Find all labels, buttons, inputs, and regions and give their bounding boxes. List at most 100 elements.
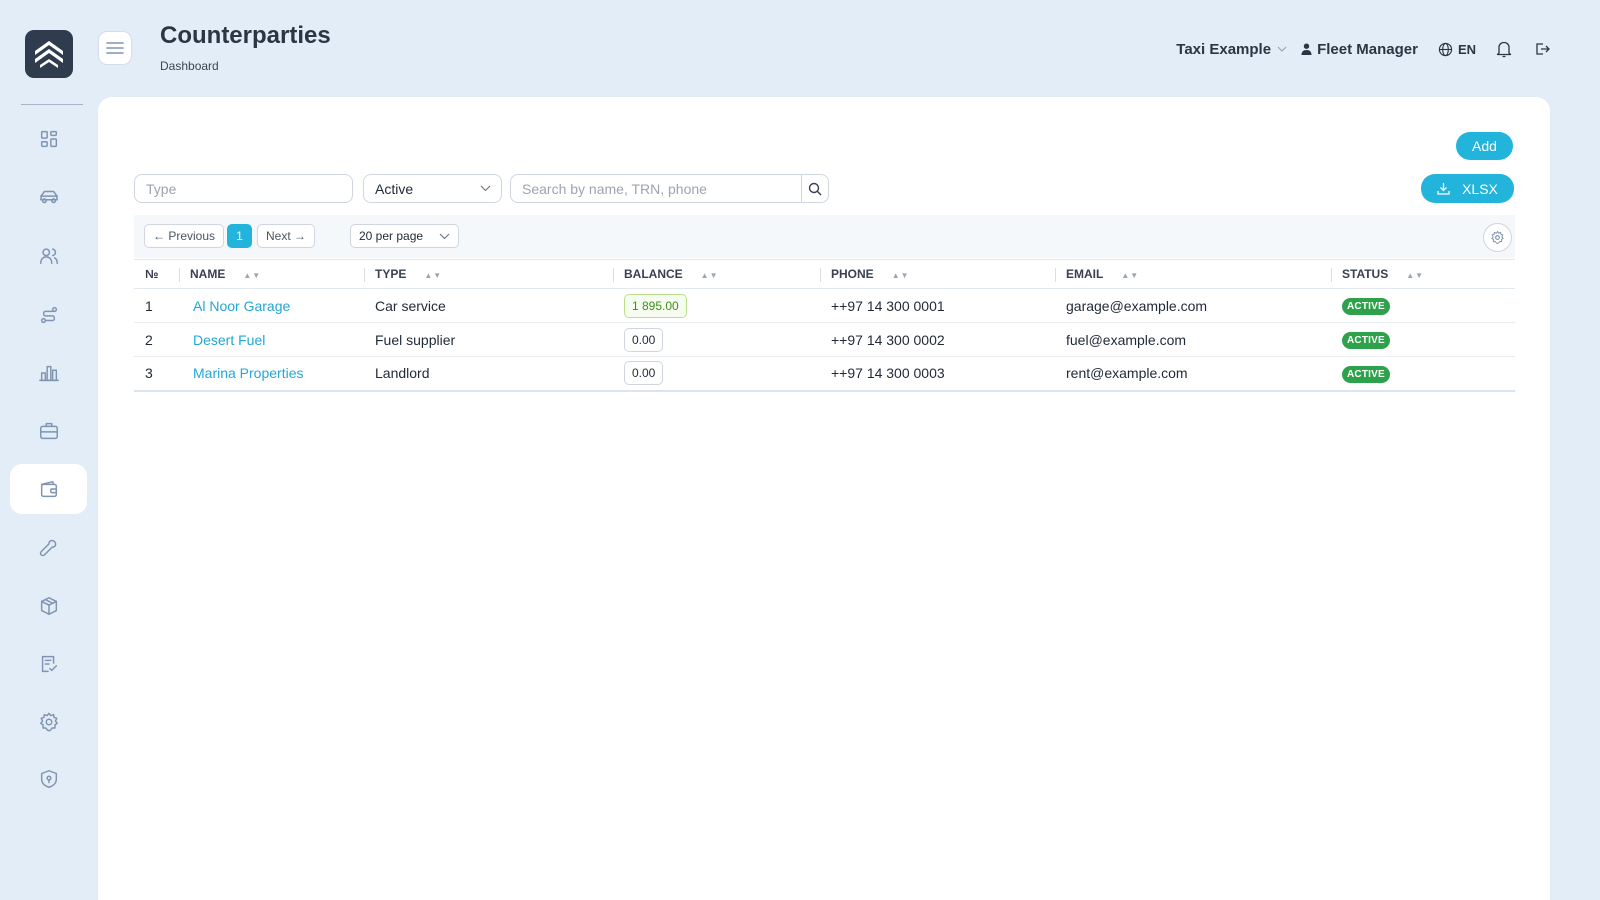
balance-badge: 0.00	[624, 361, 664, 386]
column-separator	[364, 268, 365, 282]
logout-icon	[1536, 43, 1550, 55]
per-page-select[interactable]: 20 per page	[350, 224, 459, 248]
export-label: XLSX	[1462, 180, 1498, 197]
table-row[interactable]: 3 Marina Properties Landlord 0.00 ++97 1…	[134, 356, 1515, 392]
search-button[interactable]	[801, 174, 829, 203]
menu-toggle-button[interactable]	[98, 31, 132, 65]
breadcrumb[interactable]: Dashboard	[160, 59, 219, 73]
globe-icon	[1438, 42, 1453, 56]
sidebar-item-inventory[interactable]	[10, 581, 87, 631]
company-selector[interactable]: Taxi Example	[1176, 41, 1287, 58]
column-header-type[interactable]: TYPE ▲▼	[364, 259, 613, 289]
table-header-row: № NAME ▲▼ TYPE ▲▼ BALANCE ▲▼ PHONE ▲▼ EMAIL ▲…	[134, 259, 1515, 289]
export-xlsx-button[interactable]: XLSX	[1421, 174, 1514, 203]
counterparty-type: Landlord	[364, 356, 613, 392]
checklist-icon	[41, 655, 57, 673]
notifications-button[interactable]	[1496, 40, 1512, 58]
sort-icon[interactable]: ▲▼	[424, 271, 442, 280]
gear-icon	[39, 712, 58, 732]
company-name: Taxi Example	[1176, 40, 1272, 58]
sort-icon[interactable]: ▲▼	[1406, 271, 1424, 280]
sort-icon[interactable]: ▲▼	[701, 271, 719, 280]
sidebar-item-users[interactable]	[10, 231, 87, 281]
next-page-button[interactable]: Next →	[257, 224, 315, 248]
user-name: Fleet Manager	[1317, 40, 1418, 58]
sidebar-item-maintenance[interactable]	[10, 523, 87, 573]
row-number: 3	[134, 356, 179, 392]
users-icon	[39, 248, 58, 265]
search-input[interactable]: Search by name, TRN, phone	[510, 174, 802, 203]
briefcase-icon	[39, 422, 58, 440]
type-filter-placeholder: Type	[146, 180, 177, 197]
row-number: 2	[134, 322, 179, 357]
header-actions: Taxi Example Fleet Manager EN	[1176, 38, 1550, 60]
previous-page-button[interactable]: ← Previous	[144, 224, 224, 248]
sidebar-item-jobs[interactable]	[10, 406, 87, 456]
column-header-name[interactable]: NAME ▲▼	[179, 259, 364, 289]
type-filter-input[interactable]: Type	[134, 174, 353, 203]
hamburger-icon	[106, 42, 124, 54]
download-icon	[1437, 183, 1450, 195]
logout-button[interactable]	[1534, 41, 1550, 57]
column-header-status[interactable]: STATUS ▲▼	[1331, 259, 1515, 289]
row-number: 1	[134, 288, 179, 323]
table-settings-button[interactable]	[1483, 223, 1512, 252]
add-button[interactable]: Add	[1456, 132, 1513, 160]
sort-icon[interactable]: ▲▼	[1121, 271, 1139, 280]
sidebar-item-security[interactable]	[10, 754, 87, 804]
search-placeholder: Search by name, TRN, phone	[522, 180, 707, 197]
sidebar-item-settings[interactable]	[10, 697, 87, 747]
logo-icon	[35, 41, 63, 68]
column-header-email[interactable]: EMAIL ▲▼	[1055, 259, 1331, 289]
column-header-number: №	[134, 259, 179, 289]
sort-icon[interactable]: ▲▼	[892, 271, 910, 280]
column-header-balance[interactable]: BALANCE ▲▼	[613, 259, 820, 289]
pagination-bar: ← Previous 1 Next → 20 per page	[134, 215, 1515, 258]
language-selector[interactable]: EN	[1438, 42, 1476, 57]
user-menu[interactable]: Fleet Manager	[1301, 41, 1418, 58]
column-separator	[820, 268, 821, 282]
sidebar-item-tasks[interactable]	[10, 639, 87, 689]
balance-badge: 1 895.00	[624, 293, 687, 318]
counterparties-table: № NAME ▲▼ TYPE ▲▼ BALANCE ▲▼ PHONE ▲▼ EMAIL ▲…	[134, 259, 1515, 392]
per-page-value: 20 per page	[359, 229, 424, 243]
search-icon	[808, 182, 822, 195]
status-badge: ACTIVE	[1342, 365, 1390, 383]
column-label: TYPE	[375, 267, 407, 281]
status-filter-select[interactable]: Active	[363, 174, 502, 203]
table-row[interactable]: 1 Al Noor Garage Car service 1 895.00 ++…	[134, 288, 1515, 323]
column-label: BALANCE	[624, 267, 683, 281]
dashboard-icon	[40, 130, 57, 148]
counterparty-name-link[interactable]: Desert Fuel	[193, 332, 265, 348]
sidebar-item-routes[interactable]	[10, 290, 87, 340]
column-label: STATUS	[1342, 267, 1389, 281]
main-card: Add XLSX Type Active Search by name, TRN…	[98, 97, 1550, 900]
box-icon	[40, 597, 57, 615]
status-badge: ACTIVE	[1342, 332, 1390, 349]
wrench-icon	[39, 539, 56, 557]
counterparty-email: fuel@example.com	[1055, 322, 1331, 357]
column-label: EMAIL	[1066, 267, 1104, 281]
column-header-phone[interactable]: PHONE ▲▼	[820, 259, 1055, 289]
sidebar-item-vehicles[interactable]	[10, 172, 87, 222]
gear-icon	[1491, 230, 1504, 244]
sidebar	[0, 0, 97, 900]
app-logo[interactable]	[25, 30, 73, 78]
counterparty-type: Car service	[364, 288, 613, 323]
counterparty-phone: ++97 14 300 0001	[820, 288, 1055, 323]
sidebar-item-counterparties[interactable]	[10, 464, 87, 514]
sidebar-item-dashboard[interactable]	[10, 114, 87, 164]
chevron-down-icon	[1277, 46, 1287, 52]
sort-icon[interactable]: ▲▼	[243, 271, 261, 280]
route-icon	[40, 306, 57, 324]
table-row[interactable]: 2 Desert Fuel Fuel supplier 0.00 ++97 14…	[134, 322, 1515, 357]
counterparty-name-link[interactable]: Marina Properties	[193, 365, 304, 381]
sidebar-item-reports[interactable]	[10, 348, 87, 398]
column-separator	[1055, 268, 1056, 282]
current-page-button[interactable]: 1	[227, 224, 252, 248]
chart-icon	[38, 365, 59, 382]
counterparty-name-link[interactable]: Al Noor Garage	[193, 298, 290, 314]
status-badge: ACTIVE	[1342, 298, 1390, 315]
chevron-down-icon	[480, 185, 491, 192]
balance-badge: 0.00	[624, 327, 664, 352]
